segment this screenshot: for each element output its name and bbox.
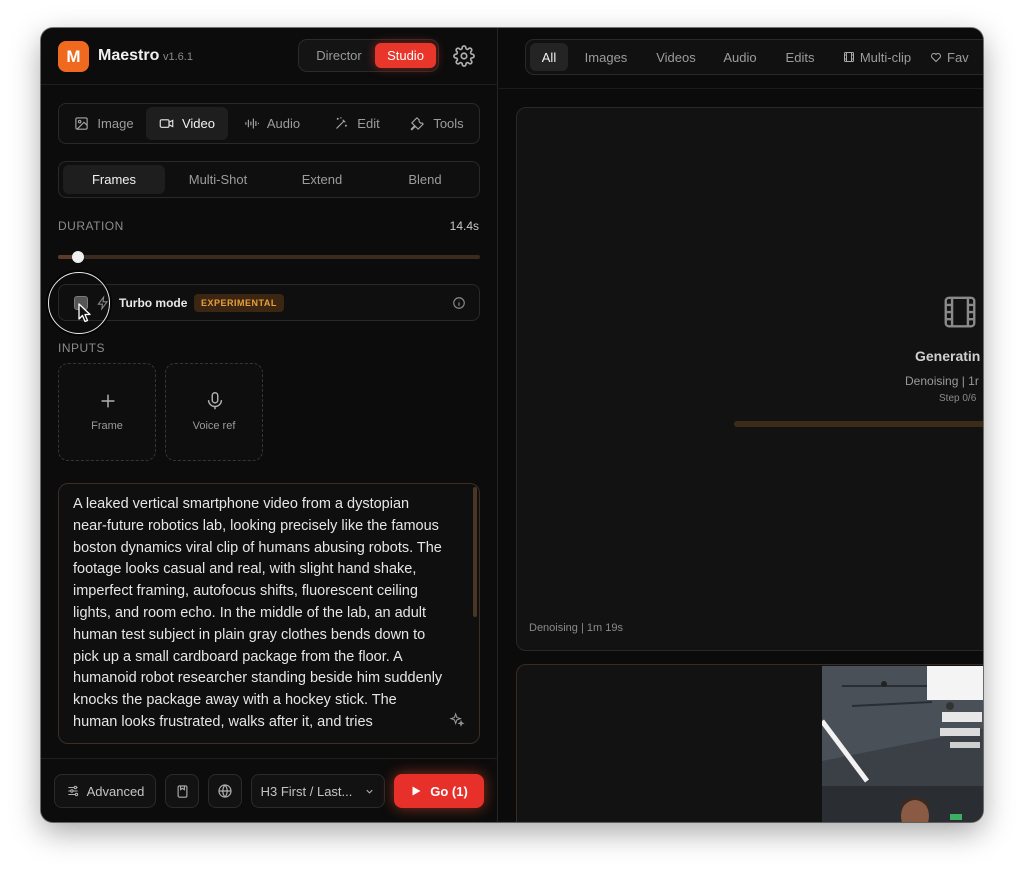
mode-toggle: Director Studio bbox=[298, 39, 439, 72]
language-button[interactable] bbox=[208, 774, 242, 808]
generation-type-tabs: Image Video Audio Edit Tools bbox=[58, 103, 480, 144]
film-strip-icon bbox=[944, 296, 976, 328]
prompt-scrollbar[interactable] bbox=[473, 487, 477, 617]
subtab-blend[interactable]: Blend bbox=[374, 165, 476, 194]
advanced-label: Advanced bbox=[86, 783, 145, 799]
generation-card[interactable]: Generatin Denoising | 1r Step 0/6 Denois… bbox=[516, 107, 983, 651]
voice-ref-label: Voice ref bbox=[192, 420, 236, 432]
tab-image-label: Image bbox=[97, 116, 134, 131]
gallery-filter-bar: All Images Videos Audio Edits Multi-clip… bbox=[525, 39, 983, 75]
model-select[interactable]: H3 First / Last... bbox=[251, 774, 385, 808]
duration-label: DURATION bbox=[58, 219, 124, 233]
generation-status: Denoising | 1r bbox=[905, 374, 979, 388]
play-icon bbox=[412, 786, 421, 796]
advanced-button[interactable]: Advanced bbox=[54, 774, 156, 808]
info-icon[interactable] bbox=[452, 296, 466, 310]
voice-ref-tile[interactable]: Voice ref bbox=[165, 363, 263, 461]
tab-tools-label: Tools bbox=[433, 116, 464, 131]
chevron-down-icon bbox=[366, 789, 374, 794]
tab-edit[interactable]: Edit bbox=[316, 107, 398, 140]
generation-footer-status: Denoising | 1m 19s bbox=[529, 622, 623, 634]
app-name: Maestro bbox=[98, 47, 160, 64]
app-window: M Maestro v1.6.1 Director Studio Image V… bbox=[41, 28, 983, 822]
tab-edit-label: Edit bbox=[357, 116, 380, 131]
app-logo: M bbox=[58, 41, 89, 72]
plus-icon bbox=[101, 394, 115, 408]
left-panel: M Maestro v1.6.1 Director Studio Image V… bbox=[41, 28, 498, 822]
turbo-mode-label: Turbo mode bbox=[119, 296, 188, 310]
result-card[interactable] bbox=[516, 664, 983, 822]
heart-icon bbox=[931, 53, 941, 63]
filter-audio[interactable]: Audio bbox=[712, 43, 768, 71]
filter-multi-clip-label: Multi-clip bbox=[859, 49, 912, 65]
inputs-label: INPUTS bbox=[58, 341, 106, 355]
gallery-divider bbox=[499, 88, 983, 89]
go-button[interactable]: Go (1) bbox=[394, 774, 484, 808]
prompt-textarea[interactable]: A leaked vertical smartphone video from … bbox=[58, 483, 480, 744]
prompt-text: A leaked vertical smartphone video from … bbox=[73, 496, 443, 730]
mouse-cursor-icon bbox=[78, 303, 91, 323]
tab-audio-label: Audio bbox=[266, 116, 301, 131]
gear-icon[interactable] bbox=[453, 45, 475, 67]
tab-audio[interactable]: Audio bbox=[231, 107, 313, 140]
sparkle-enhance-icon[interactable] bbox=[449, 712, 465, 728]
generation-progress-bar bbox=[734, 421, 983, 427]
experimental-badge: EXPERIMENTAL bbox=[194, 294, 284, 312]
subtab-multi-shot[interactable]: Multi-Shot bbox=[167, 165, 269, 194]
top-bar: M Maestro v1.6.1 Director Studio bbox=[41, 28, 498, 85]
lab-scene-image bbox=[822, 666, 983, 822]
bookmark-icon bbox=[177, 784, 187, 798]
filter-all[interactable]: All bbox=[530, 43, 568, 71]
tab-video-label: Video bbox=[181, 116, 215, 131]
video-mode-tabs: Frames Multi-Shot Extend Blend bbox=[58, 161, 480, 198]
generation-step: Step 0/6 bbox=[939, 393, 977, 404]
filter-favorites-label: Fav bbox=[947, 49, 969, 65]
video-thumbnail[interactable] bbox=[822, 666, 983, 822]
app-version: v1.6.1 bbox=[163, 51, 193, 63]
duration-slider-track[interactable] bbox=[58, 255, 480, 259]
image-icon bbox=[75, 117, 89, 130]
tab-image[interactable]: Image bbox=[63, 107, 145, 140]
filter-multi-clip[interactable]: Multi-clip bbox=[832, 43, 922, 71]
audio-wave-icon bbox=[245, 118, 259, 129]
tab-video[interactable]: Video bbox=[146, 107, 228, 140]
duration-value: 14.4s bbox=[449, 219, 479, 233]
turbo-mode-row: Turbo mode EXPERIMENTAL bbox=[58, 284, 480, 321]
bottom-action-bar: Advanced H3 First / Last... Go (1) bbox=[41, 758, 498, 822]
filter-images[interactable]: Images bbox=[573, 43, 639, 71]
magic-wand-icon bbox=[336, 117, 348, 129]
filter-videos[interactable]: Videos bbox=[644, 43, 708, 71]
duration-slider-thumb[interactable] bbox=[72, 251, 84, 263]
sliders-icon bbox=[67, 785, 78, 797]
globe-icon bbox=[218, 784, 232, 798]
go-label: Go (1) bbox=[430, 783, 468, 799]
mode-director-button[interactable]: Director bbox=[305, 43, 373, 68]
save-preset-button[interactable] bbox=[165, 774, 199, 808]
model-select-value: H3 First / Last... bbox=[260, 783, 353, 799]
video-icon bbox=[159, 119, 174, 128]
subtab-frames[interactable]: Frames bbox=[63, 165, 165, 194]
generation-title: Generatin bbox=[915, 348, 981, 364]
mode-studio-button[interactable]: Studio bbox=[375, 43, 436, 68]
subtab-extend[interactable]: Extend bbox=[271, 165, 373, 194]
gallery-panel: All Images Videos Audio Edits Multi-clip… bbox=[499, 28, 983, 822]
microphone-icon bbox=[207, 392, 223, 410]
tab-tools[interactable]: Tools bbox=[396, 107, 478, 140]
add-frame-label: Frame bbox=[91, 420, 123, 432]
add-frame-tile[interactable]: Frame bbox=[58, 363, 156, 461]
filter-favorites[interactable]: Fav bbox=[930, 43, 983, 71]
film-icon bbox=[843, 52, 854, 62]
wrench-icon bbox=[410, 117, 425, 131]
filter-edits[interactable]: Edits bbox=[772, 43, 828, 71]
